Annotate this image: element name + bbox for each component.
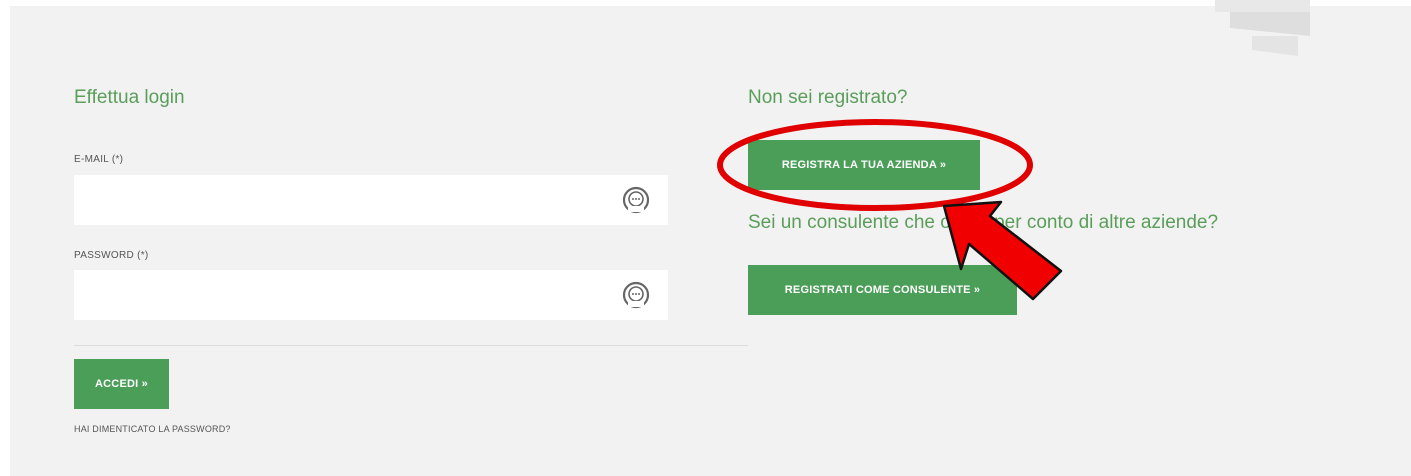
password-label: PASSWORD (*) — [74, 250, 149, 261]
password-manager-icon[interactable] — [622, 186, 650, 214]
password-field[interactable] — [74, 270, 668, 320]
email-field[interactable] — [74, 175, 668, 225]
forgot-password-link[interactable]: HAI DIMENTICATO LA PASSWORD? — [74, 424, 231, 434]
password-manager-icon[interactable] — [622, 281, 650, 309]
email-label: E-MAIL (*) — [74, 154, 124, 165]
register-consultant-button[interactable]: REGISTRATI COME CONSULENTE » — [748, 265, 1017, 315]
login-panel — [10, 6, 1411, 476]
login-title: Effettua login — [74, 87, 185, 108]
register-company-button[interactable]: REGISTRA LA TUA AZIENDA » — [748, 140, 980, 190]
consultant-question: Sei un consulente che opera per conto di… — [748, 212, 1219, 233]
login-button[interactable]: ACCEDI » — [74, 359, 169, 409]
form-divider — [74, 345, 748, 346]
register-title: Non sei registrato? — [748, 87, 908, 108]
decorative-box-shape — [1215, 0, 1310, 56]
